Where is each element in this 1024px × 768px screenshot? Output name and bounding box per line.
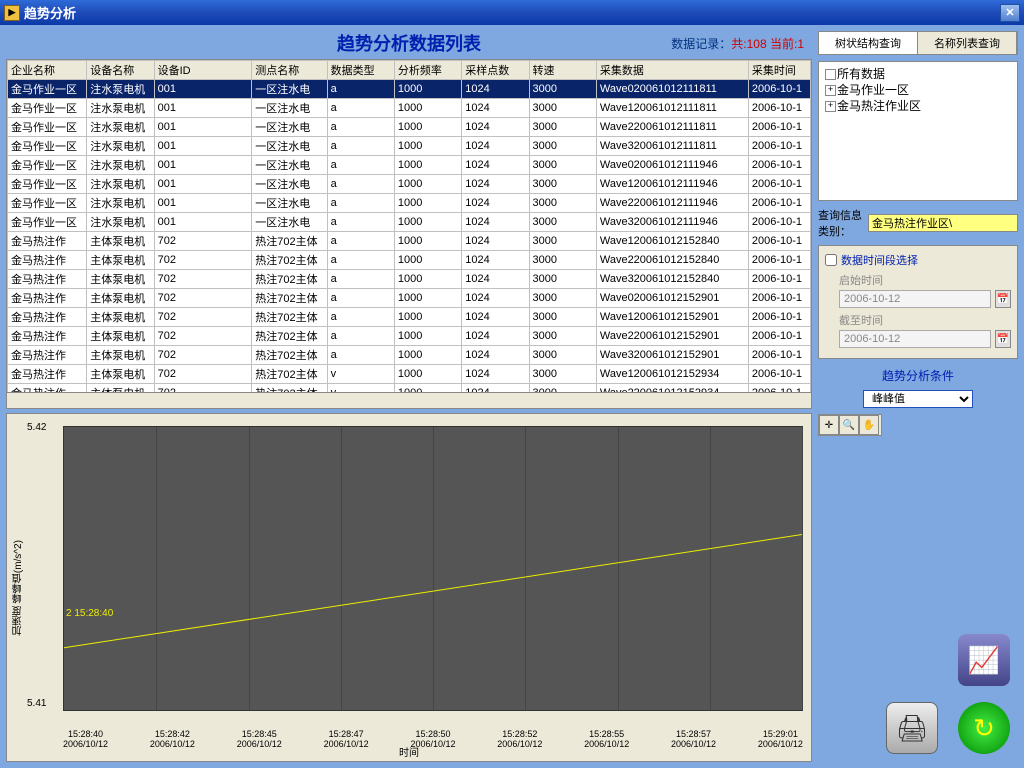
tab-list[interactable]: 名称列表查询 <box>918 32 1017 54</box>
app-icon: ▶ <box>4 5 20 21</box>
table-row[interactable]: 金马热注作主体泵电机702热注702主体a100010243000Wave220… <box>8 251 811 270</box>
start-date-picker-icon[interactable]: 📅 <box>995 290 1011 308</box>
table-row[interactable]: 金马热注作主体泵电机702热注702主体a100010243000Wave020… <box>8 289 811 308</box>
close-button[interactable]: ✕ <box>1000 4 1020 22</box>
chart-toolbar: ✛ 🔍 ✋ <box>818 414 882 436</box>
y-min: 5.41 <box>27 698 46 709</box>
query-input[interactable] <box>868 214 1018 232</box>
titlebar: ▶ 趋势分析 ✕ <box>0 0 1024 25</box>
table-row[interactable]: 金马热注作主体泵电机702热注702主体v100010243000Wave120… <box>8 365 811 384</box>
date-range-checkbox[interactable]: 数据时间段选择 <box>825 252 1011 268</box>
tree-item-1[interactable]: 金马热注作业区 <box>823 98 1013 114</box>
start-date-input[interactable] <box>839 290 991 308</box>
trend-chart[interactable]: 5.42 5.41 加速度 峰峰值(m/s^2) 2 15:28:40 15:2… <box>6 413 812 762</box>
table-row[interactable]: 金马作业一区注水泵电机001一区注水电a100010243000Wave0200… <box>8 156 811 175</box>
col-header[interactable]: 数据类型 <box>327 61 394 80</box>
tool-zoom-icon[interactable]: 🔍 <box>839 415 859 435</box>
table-row[interactable]: 金马作业一区注水泵电机001一区注水电a100010243000Wave1200… <box>8 175 811 194</box>
record-info: 数据记录：共:108 当前:1 <box>671 35 804 52</box>
y-axis-label: 加速度 峰峰值(m/s^2) <box>11 540 26 636</box>
col-header[interactable]: 设备名称 <box>87 61 154 80</box>
table-row[interactable]: 金马热注作主体泵电机702热注702主体a100010243000Wave220… <box>8 327 811 346</box>
table-row[interactable]: 金马热注作主体泵电机702热注702主体a100010243000Wave320… <box>8 346 811 365</box>
table-row[interactable]: 金马热注作主体泵电机702热注702主体a100010243000Wave120… <box>8 232 811 251</box>
refresh-button[interactable]: ↻ <box>958 702 1010 754</box>
tree-view[interactable]: 所有数据 金马作业一区 金马热注作业区 <box>818 61 1018 201</box>
col-header[interactable]: 设备ID <box>154 61 252 80</box>
print-button[interactable]: 🖨 <box>886 702 938 754</box>
page-title: 趋势分析数据列表 <box>337 30 481 56</box>
start-date-label: 启始时间 <box>839 272 1011 288</box>
tree-item-0[interactable]: 金马作业一区 <box>823 82 1013 98</box>
col-header[interactable]: 分析频率 <box>394 61 461 80</box>
x-axis-ticks: 15:28:40 2006/10/1215:28:42 2006/10/1215… <box>63 729 803 749</box>
table-row[interactable]: 金马作业一区注水泵电机001一区注水电a100010243000Wave2200… <box>8 194 811 213</box>
end-date-label: 截至时间 <box>839 312 1011 328</box>
table-row[interactable]: 金马作业一区注水泵电机001一区注水电a100010243000Wave3200… <box>8 137 811 156</box>
table-row[interactable]: 金马作业一区注水泵电机001一区注水电a100010243000Wave3200… <box>8 213 811 232</box>
tool-crosshair-icon[interactable]: ✛ <box>819 415 839 435</box>
condition-label: 趋势分析条件 <box>818 367 1018 384</box>
end-date-input[interactable] <box>839 330 991 348</box>
col-header[interactable]: 转速 <box>529 61 596 80</box>
tab-tree[interactable]: 树状结构查询 <box>819 32 918 54</box>
query-label: 查询信息类别： <box>818 207 864 239</box>
table-row[interactable]: 金马热注作主体泵电机702热注702主体a100010243000Wave320… <box>8 270 811 289</box>
query-tabs: 树状结构查询 名称列表查询 <box>818 31 1018 55</box>
date-panel: 数据时间段选择 启始时间 📅 截至时间 📅 <box>818 245 1018 359</box>
tree-root[interactable]: 所有数据 <box>823 66 1013 82</box>
end-date-picker-icon[interactable]: 📅 <box>995 330 1011 348</box>
condition-select[interactable]: 峰峰值 <box>863 390 973 408</box>
table-row[interactable]: 金马作业一区注水泵电机001一区注水电a100010243000Wave0200… <box>8 80 811 99</box>
col-header[interactable]: 采集时间 <box>748 61 810 80</box>
table-row[interactable]: 金马热注作主体泵电机702热注702主体a100010243000Wave120… <box>8 308 811 327</box>
col-header[interactable]: 采样点数 <box>462 61 529 80</box>
data-table[interactable]: 企业名称设备名称设备ID测点名称数据类型分析频率采样点数转速采集数据采集时间金马… <box>6 59 812 409</box>
y-max: 5.42 <box>27 422 46 433</box>
h-scrollbar[interactable] <box>7 392 811 408</box>
analyze-button[interactable]: 📈 <box>958 634 1010 686</box>
col-header[interactable]: 企业名称 <box>8 61 87 80</box>
x-axis-label: 时间 <box>399 744 419 759</box>
col-header[interactable]: 采集数据 <box>596 61 748 80</box>
window-title: 趋势分析 <box>24 3 76 22</box>
table-row[interactable]: 金马作业一区注水泵电机001一区注水电a100010243000Wave1200… <box>8 99 811 118</box>
tool-pan-icon[interactable]: ✋ <box>859 415 879 435</box>
table-row[interactable]: 金马作业一区注水泵电机001一区注水电a100010243000Wave2200… <box>8 118 811 137</box>
col-header[interactable]: 测点名称 <box>252 61 327 80</box>
